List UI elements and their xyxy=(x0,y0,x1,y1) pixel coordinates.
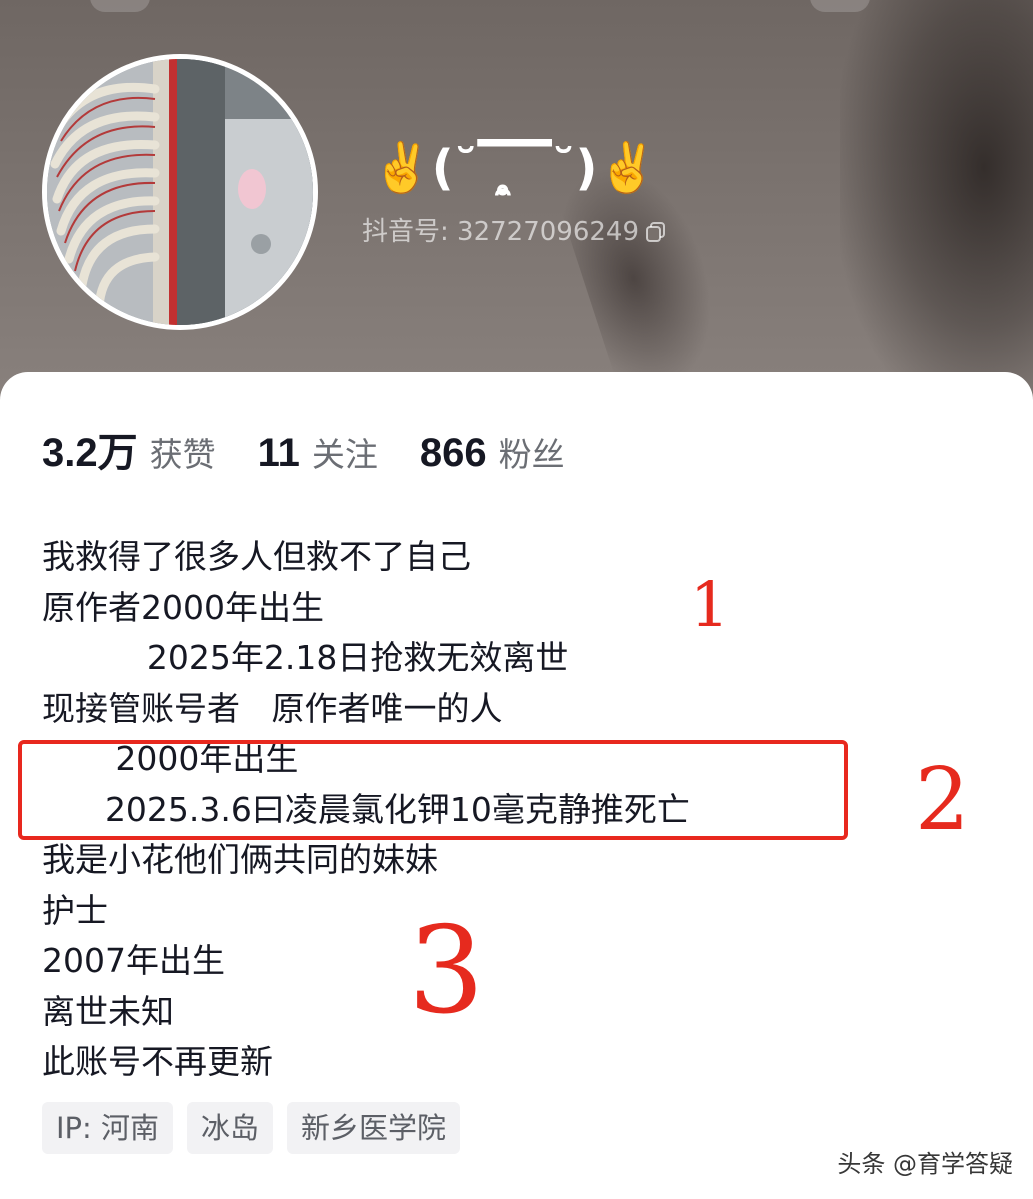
stat-following[interactable]: 11 关注 xyxy=(258,428,378,476)
stat-following-label: 关注 xyxy=(311,435,378,474)
highlight-box xyxy=(18,740,848,840)
douyin-id-text: 抖音号: 32727096249 xyxy=(362,217,639,247)
stat-likes-value: 3.2万 xyxy=(42,431,138,475)
header-background-figure xyxy=(840,0,1033,420)
copy-icon[interactable] xyxy=(645,221,667,243)
tag-school[interactable]: 新乡医学院 xyxy=(287,1102,461,1154)
profile-header: ✌️(˘▔̥̯▔˘)✌️ 抖音号: 32727096249 xyxy=(0,0,1033,420)
stat-followers-value: 866 xyxy=(419,431,487,475)
tag-location[interactable]: 冰岛 xyxy=(187,1102,274,1154)
victory-hand-icon: ✌️ xyxy=(597,140,658,196)
annotation-number-1: 1 xyxy=(690,568,730,641)
bio-line: 我是小花他们俩共同的妹妹 xyxy=(42,840,438,879)
annotation-number-2: 2 xyxy=(915,750,970,850)
nickname-text: (˘▔̥̯▔˘) xyxy=(431,140,598,196)
annotation-number-3: 3 xyxy=(408,902,485,1041)
avatar-image xyxy=(47,59,313,325)
watermark: 头条 @育学答疑 xyxy=(837,1150,1013,1178)
stat-likes[interactable]: 3.2万 获赞 xyxy=(42,420,216,478)
bio-line: 2025年2.18日抢救无效离世 xyxy=(42,638,569,677)
douyin-id[interactable]: 抖音号: 32727096249 xyxy=(362,212,667,252)
bio-line: 现接管账号者 原作者唯一的人 xyxy=(42,688,503,728)
profile-stats: 3.2万 获赞 11 关注 866 粉丝 xyxy=(42,420,607,478)
stat-following-value: 11 xyxy=(257,431,300,475)
header-button-left[interactable] xyxy=(90,0,150,12)
stat-followers-label: 粉丝 xyxy=(498,435,565,474)
avatar[interactable] xyxy=(42,54,318,330)
bio-line: 此账号不再更新 xyxy=(42,1042,273,1081)
tag-ip-location[interactable]: IP: 河南 xyxy=(42,1102,174,1154)
profile-card: 3.2万 获赞 11 关注 866 粉丝 我救得了很多人但救不了自己 原作者20… xyxy=(0,372,1033,1199)
profile-nickname: ✌️(˘▔̥̯▔˘)✌️ xyxy=(372,128,657,208)
bio-line: 原作者2000年出生 xyxy=(42,587,324,627)
stat-likes-label: 获赞 xyxy=(149,435,216,474)
profile-tags: IP: 河南 冰岛 新乡医学院 xyxy=(42,1102,461,1154)
victory-hand-icon: ✌️ xyxy=(372,140,432,196)
stat-followers[interactable]: 866 粉丝 xyxy=(420,428,565,476)
bio-line: 我救得了很多人但救不了自己 xyxy=(42,537,471,576)
